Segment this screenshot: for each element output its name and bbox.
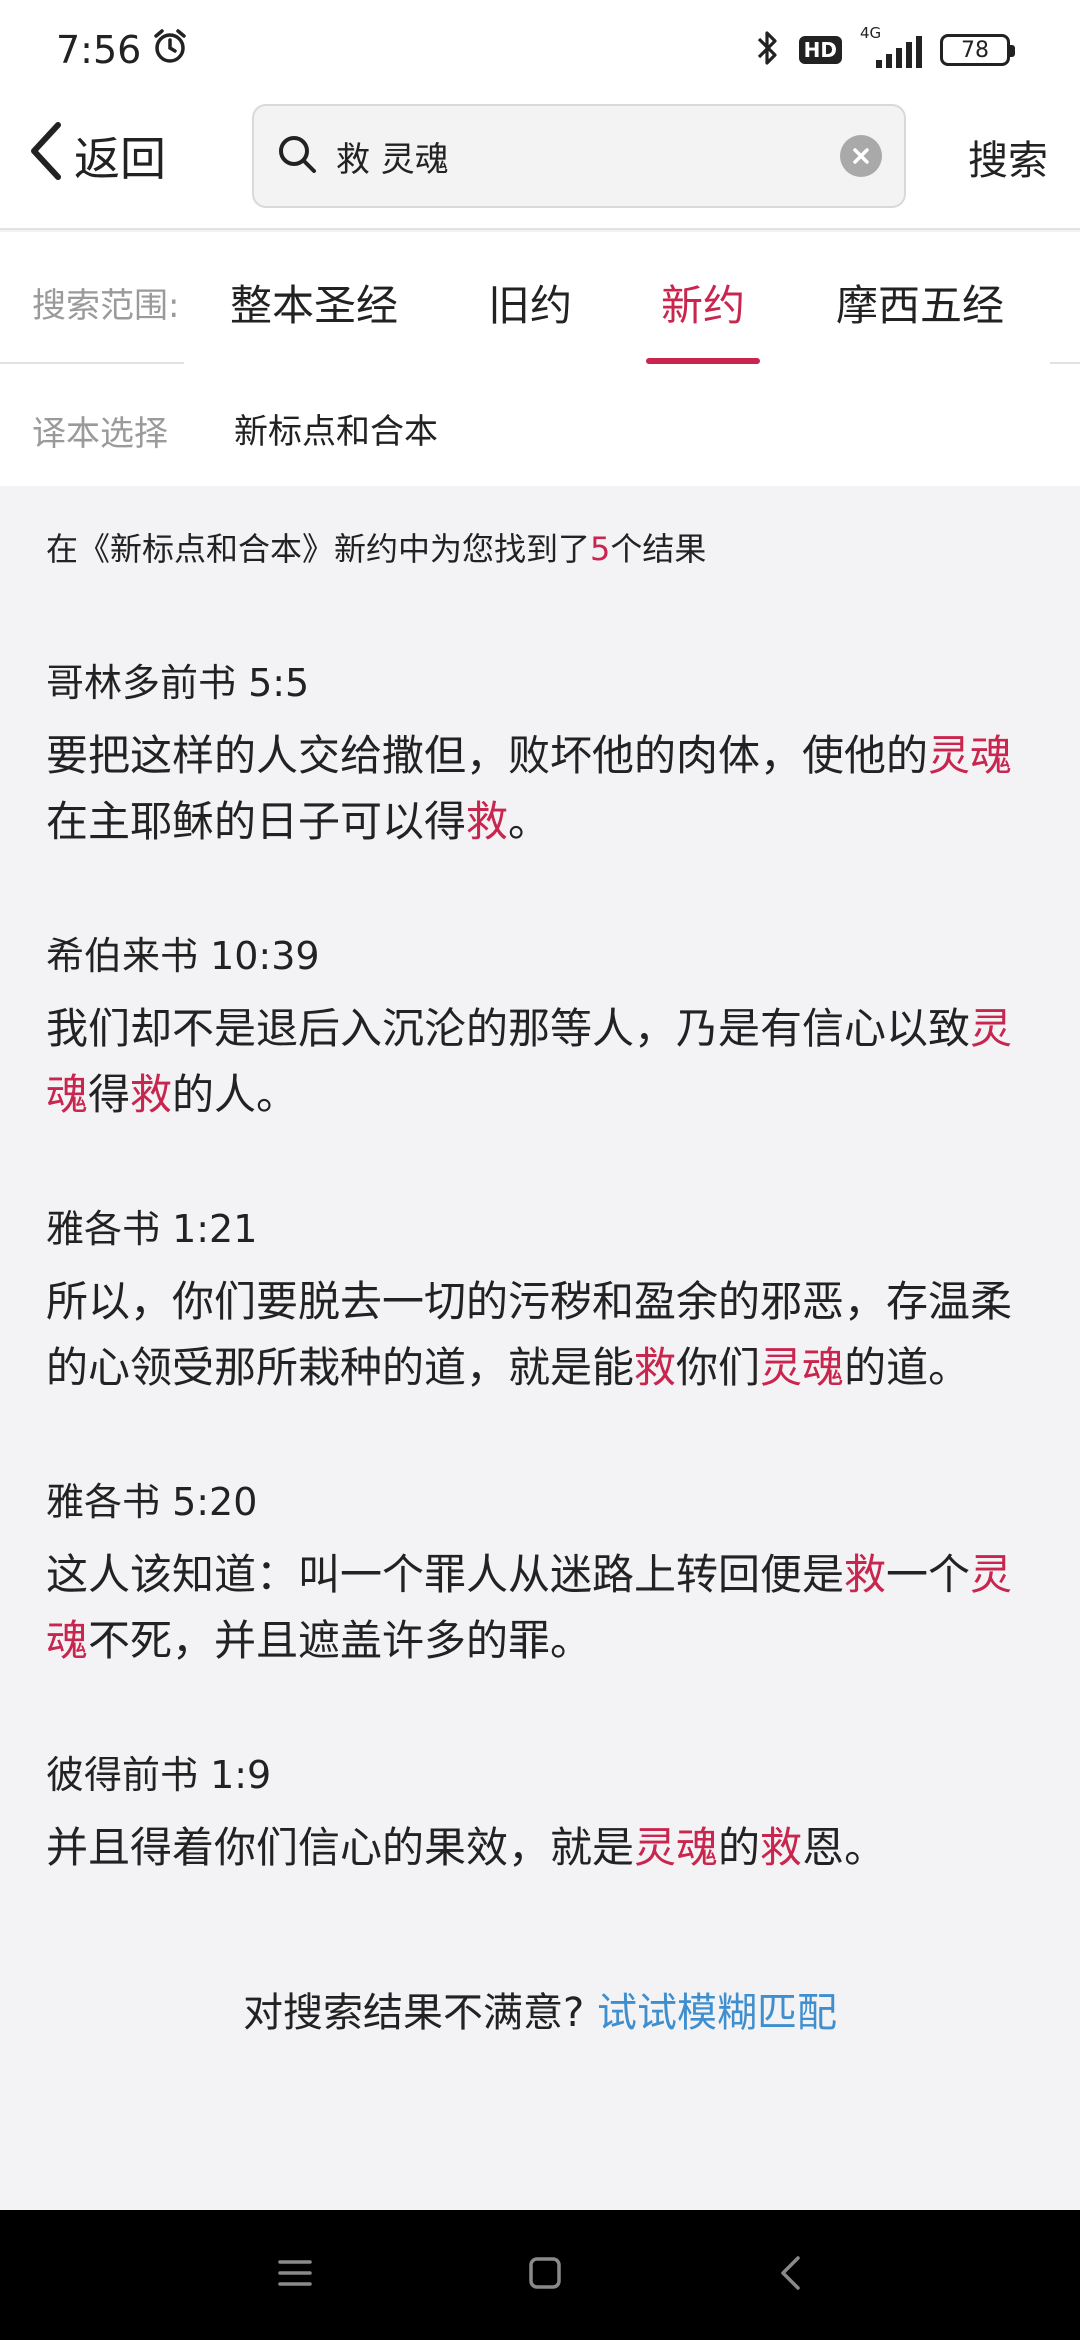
status-time: 7:56: [56, 28, 142, 72]
verse-reference: 雅各书 1:21: [46, 1207, 258, 1251]
result-item[interactable]: 彼得前书 1:9 并且得着你们信心的果效，就是灵魂的救恩。: [46, 1744, 1036, 1881]
battery-icon: 78: [940, 34, 1015, 66]
results-list: 哥林多前书 5:5 要把这样的人交给撒但，败坏他的肉体，使他的灵魂在主耶稣的日子…: [46, 652, 1036, 1951]
highlight-term: 救: [760, 1823, 803, 1872]
back-button[interactable]: 返回: [26, 120, 166, 192]
verse-text-part: 要把这样的人交给撒但，败坏他的肉体，使他的: [46, 731, 929, 780]
search-button[interactable]: 搜索: [968, 128, 1048, 186]
result-count: 5: [590, 530, 611, 568]
version-select[interactable]: 新标点和合本: [234, 404, 438, 453]
tab-old-testament[interactable]: 旧约: [488, 272, 572, 333]
verse-reference: 哥林多前书 5:5: [46, 661, 310, 705]
back-label: 返回: [74, 132, 166, 186]
verse-text-part: 不死，并且遮盖许多的罪。: [88, 1616, 593, 1665]
status-bar: 7:56 HD 4G 78: [0, 0, 1080, 100]
version-label: 译本选择: [32, 414, 168, 454]
verse-text-part: 在主耶稣的日子可以得: [46, 797, 467, 846]
tab-whole-bible[interactable]: 整本圣经: [230, 272, 398, 333]
verse-text-part: 的人。: [172, 1070, 299, 1119]
fuzzy-match-link[interactable]: 试试模糊匹配: [597, 1990, 837, 2036]
highlight-term: 救: [466, 797, 509, 846]
search-icon: [276, 133, 318, 179]
search-box[interactable]: [252, 104, 906, 208]
scope-label: 搜索范围:: [32, 286, 180, 326]
verse-text: 我们却不是退后入沉沦的那等人，乃是有信心以致灵魂得救的人。: [46, 996, 1036, 1128]
version-bar: 译本选择 新标点和合本: [0, 364, 1080, 486]
verse-text-part: 这人该知道：叫一个罪人从迷路上转回便是: [46, 1550, 845, 1599]
search-header: 返回 搜索: [0, 100, 1080, 230]
verse-text-part: 。: [508, 797, 551, 846]
highlight-term: 灵魂: [928, 731, 1013, 780]
result-item[interactable]: 希伯来书 10:39 我们却不是退后入沉沦的那等人，乃是有信心以致灵魂得救的人。: [46, 925, 1036, 1128]
fuzzy-match-prompt: 对搜索结果不满意? 试试模糊匹配: [0, 1980, 1080, 2038]
back-nav-icon[interactable]: [778, 2255, 802, 2295]
menu-icon[interactable]: [278, 2258, 312, 2292]
verse-reference: 彼得前书 1:9: [46, 1753, 272, 1797]
alarm-icon: [151, 27, 189, 74]
system-nav-bar: [0, 2210, 1080, 2340]
verse-text-part: 一个: [886, 1550, 971, 1599]
verse-text-part: 的道。: [844, 1343, 971, 1392]
clear-icon[interactable]: [840, 135, 882, 177]
highlight-term: 灵魂: [760, 1343, 845, 1392]
verse-text-part: 你们: [676, 1343, 761, 1392]
signal-icon: 4G: [858, 24, 924, 70]
hd-badge: HD: [798, 36, 842, 64]
verse-text-part: 得: [88, 1070, 131, 1119]
highlight-term: 救: [844, 1550, 887, 1599]
verse-text: 所以，你们要脱去一切的污秽和盈余的邪恶，存温柔的心领受那所栽种的道，就是能救你们…: [46, 1269, 1036, 1401]
home-icon[interactable]: [528, 2256, 562, 2294]
verse-reference: 雅各书 5:20: [46, 1480, 258, 1524]
verse-reference: 希伯来书 10:39: [46, 934, 320, 978]
chevron-left-icon: [26, 121, 66, 192]
result-summary: 在《新标点和合本》新约中为您找到了5个结果: [46, 524, 706, 570]
result-item[interactable]: 雅各书 5:20 这人该知道：叫一个罪人从迷路上转回便是救一个灵魂不死，并且遮盖…: [46, 1471, 1036, 1674]
summary-prefix: 在《新标点和合本》新约中为您找到了: [46, 530, 591, 568]
verse-text: 并且得着你们信心的果效，就是灵魂的救恩。: [46, 1815, 1036, 1881]
verse-text-part: 我们却不是退后入沉沦的那等人，乃是有信心以致: [46, 1004, 971, 1053]
highlight-term: 救: [130, 1070, 173, 1119]
verse-text-part: 的: [718, 1823, 761, 1872]
highlight-term: 救: [634, 1343, 677, 1392]
highlight-term: 灵魂: [634, 1823, 719, 1872]
verse-text: 这人该知道：叫一个罪人从迷路上转回便是救一个灵魂不死，并且遮盖许多的罪。: [46, 1542, 1036, 1674]
tab-new-testament[interactable]: 新约: [661, 272, 745, 333]
scope-bar: 搜索范围: 整本圣经 旧约 新约 摩西五经: [0, 232, 1080, 364]
verse-text: 要把这样的人交给撒但，败坏他的肉体，使他的灵魂在主耶稣的日子可以得救。: [46, 723, 1036, 855]
summary-suffix: 个结果: [610, 530, 707, 568]
result-item[interactable]: 哥林多前书 5:5 要把这样的人交给撒但，败坏他的肉体，使他的灵魂在主耶稣的日子…: [46, 652, 1036, 855]
bluetooth-icon: [753, 29, 783, 71]
verse-text-part: 恩。: [802, 1823, 887, 1872]
battery-level: 78: [961, 37, 989, 63]
tab-pentateuch[interactable]: 摩西五经: [836, 272, 1004, 333]
fuzzy-prompt-text: 对搜索结果不满意?: [243, 1990, 585, 2036]
verse-text-part: 并且得着你们信心的果效，就是: [46, 1823, 635, 1872]
search-input[interactable]: [336, 136, 840, 176]
result-item[interactable]: 雅各书 1:21 所以，你们要脱去一切的污秽和盈余的邪恶，存温柔的心领受那所栽种…: [46, 1198, 1036, 1401]
